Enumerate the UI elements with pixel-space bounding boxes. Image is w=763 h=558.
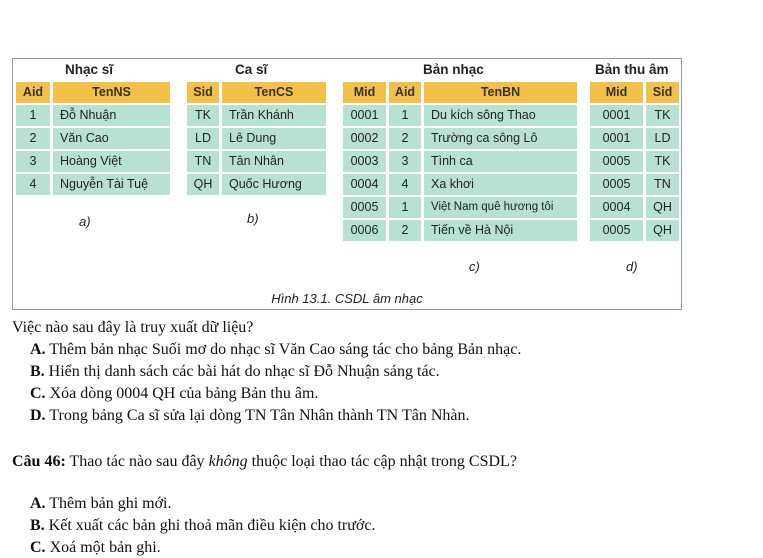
cell-sid: TK [646,105,679,126]
cell-aid: 1 [389,105,421,126]
cell-mid: 0002 [343,128,386,149]
question-number: Câu 46: [12,453,66,470]
cell-tenbn: Trường ca sông Lô [424,128,577,149]
option-text: Xóa dòng 0004 QH của bảng Bản thu âm. [49,385,319,402]
cell-aid: 2 [389,128,421,149]
option-text: Thêm bản nhạc Suối mơ do nhạc sĩ Văn Cao… [49,341,522,358]
question-46-option-a: A. Thêm bản ghi mới. [30,494,172,514]
table-label-b: b) [247,211,259,226]
cell-tencs: Tân Nhân [222,151,326,172]
cell-sid: LD [187,128,219,149]
header-tencs: TenCS [222,82,326,103]
cell-tenns: Văn Cao [53,128,170,149]
option-text: Trong bảng Ca sĩ sửa lại dòng TN Tân Nhâ… [49,407,470,424]
cell-aid: 1 [16,105,50,126]
question-46-prompt: Câu 46: Thao tác nào sau đây không thuộc… [12,452,517,472]
option-label: B. [30,517,45,534]
cell-mid: 0005 [343,197,386,218]
option-label: D. [30,407,46,424]
cell-tenns: Nguyễn Tài Tuệ [53,174,170,195]
cell-tenbn: Du kích sông Thao [424,105,577,126]
question-46-option-c: C. Xoá một bản ghi. [30,538,161,558]
cell-tenns: Đỗ Nhuận [53,105,170,126]
option-text: Thêm bản ghi mới. [49,495,172,512]
cell-tenns: Hoàng Việt [53,151,170,172]
cell-tencs: Quốc Hương [222,174,326,195]
figure-caption: Hình 13.1. CSDL âm nhạc [271,291,423,306]
cell-mid: 0001 [343,105,386,126]
cell-mid: 0004 [590,197,643,218]
option-label: C. [30,539,46,556]
option-text: Kết xuất các bản ghi thoả mãn điều kiện … [48,517,376,534]
table-title-ban-thu-am: Bản thu âm [595,62,669,77]
cell-mid: 0004 [343,174,386,195]
cell-aid: 3 [389,151,421,172]
question-45-option-c: C. Xóa dòng 0004 QH của bảng Bản thu âm. [30,384,318,404]
header-tenns: TenNS [53,82,170,103]
cell-mid: 0005 [590,174,643,195]
header-aid: Aid [16,82,50,103]
cell-aid: 2 [389,220,421,241]
table-label-c: c) [469,259,480,274]
header-sid: Sid [646,82,679,103]
cell-mid: 0001 [590,105,643,126]
cell-mid: 0006 [343,220,386,241]
cell-mid: 0005 [590,151,643,172]
option-label: A. [30,495,46,512]
table-label-a: a) [79,214,91,229]
cell-sid: TN [187,151,219,172]
cell-tenbn: Việt Nam quê hương tôi [424,197,577,218]
cell-mid: 0003 [343,151,386,172]
table-title-nhac-si: Nhạc sĩ [65,62,114,77]
cell-mid: 0001 [590,128,643,149]
cell-aid: 2 [16,128,50,149]
cell-aid: 4 [16,174,50,195]
cell-aid: 1 [389,197,421,218]
option-text: Xoá một bản ghi. [49,539,161,556]
option-text: Hiển thị danh sách các bài hát do nhạc s… [48,363,440,380]
header-tenbn: TenBN [424,82,577,103]
cell-aid: 4 [389,174,421,195]
cell-tenbn: Tiến về Hà Nội [424,220,577,241]
question-45-option-b: B. Hiển thị danh sách các bài hát do nhạ… [30,362,440,382]
cell-sid: QH [646,220,679,241]
prompt-part: Thao tác nào sau đây [69,453,209,470]
question-45-option-d: D. Trong bảng Ca sĩ sửa lại dòng TN Tân … [30,406,469,426]
header-aid: Aid [389,82,421,103]
header-mid: Mid [343,82,386,103]
cell-tenbn: Tình ca [424,151,577,172]
header-mid: Mid [590,82,643,103]
cell-tencs: Lê Dung [222,128,326,149]
cell-aid: 3 [16,151,50,172]
table-title-ban-nhac: Bản nhạc [423,62,484,77]
option-label: C. [30,385,46,402]
question-46-option-b: B. Kết xuất các bản ghi thoả mãn điều ki… [30,516,375,536]
table-title-ca-si: Ca sĩ [235,62,268,77]
cell-tencs: Trần Khánh [222,105,326,126]
cell-sid: TN [646,174,679,195]
cell-tenbn: Xa khơi [424,174,577,195]
prompt-emphasis: không [208,453,248,470]
question-45-prompt: Việc nào sau đây là truy xuất dữ liệu? [12,319,254,336]
header-sid: Sid [187,82,219,103]
table-label-d: d) [626,259,638,274]
option-label: B. [30,363,45,380]
database-figure: Nhạc sĩ Ca sĩ Bản nhạc Bản thu âm Aid Te… [12,58,682,310]
cell-sid: QH [187,174,219,195]
cell-mid: 0005 [590,220,643,241]
cell-sid: QH [646,197,679,218]
option-label: A. [30,341,46,358]
cell-sid: TK [646,151,679,172]
prompt-part: thuộc loại thao tác cập nhật trong CSDL? [247,453,517,470]
question-45-option-a: A. Thêm bản nhạc Suối mơ do nhạc sĩ Văn … [30,340,521,360]
cell-sid: TK [187,105,219,126]
cell-sid: LD [646,128,679,149]
